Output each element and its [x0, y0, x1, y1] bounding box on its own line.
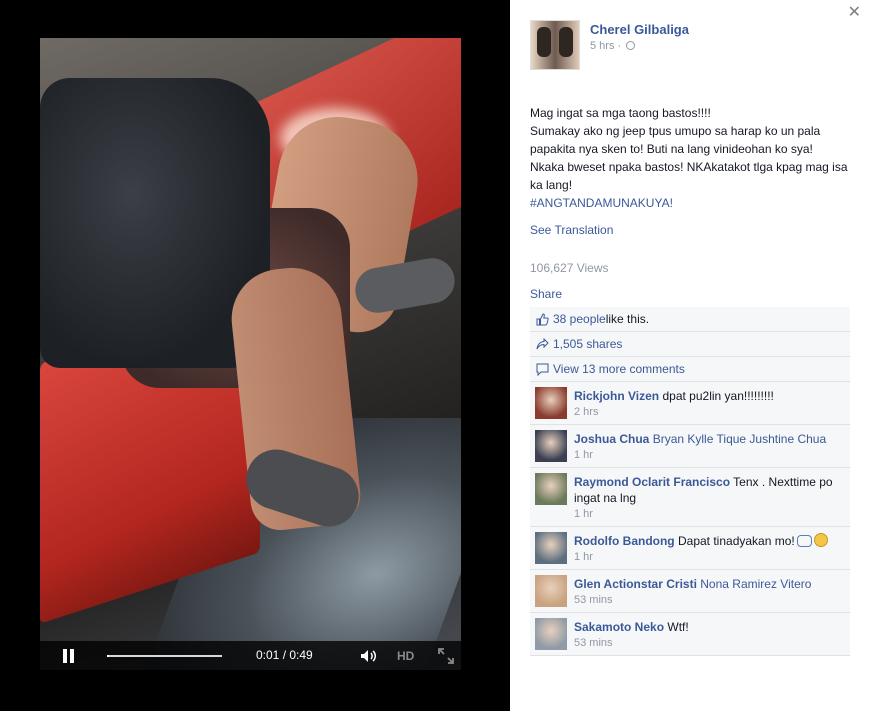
comment-text: dpat pu2lin yan!!!!!!!!! [662, 389, 774, 403]
comment-body: Sakamoto Neko Wtf! [574, 619, 844, 635]
tagged-users[interactable]: Nona Ramirez Vitero [700, 577, 811, 591]
comment-time[interactable]: 1 hr [574, 551, 844, 563]
tagged-users[interactable]: Bryan Kylle Tique Jushtine Chua [653, 432, 826, 446]
post-panel: ✕ Cherel Gilbaliga 5 hrs · Mag ingat sa … [510, 0, 869, 711]
commenter-avatar[interactable] [535, 618, 567, 650]
share-arrow-icon [535, 337, 549, 351]
shares-link[interactable]: 1,505 shares [553, 337, 622, 351]
comment-text: Dapat tinadyakan mo! [677, 534, 795, 548]
commenter-name[interactable]: Rodolfo Bandong [574, 534, 675, 548]
comment-body: Rickjohn Vizen dpat pu2lin yan!!!!!!!!! [574, 388, 844, 404]
comment-time[interactable]: 1 hr [574, 449, 844, 461]
video-player[interactable] [40, 38, 461, 670]
feedback-box: 38 people like this. 1,505 shares View 1… [530, 307, 850, 656]
thumbs-up-icon [535, 312, 549, 326]
hd-toggle[interactable]: HD [397, 649, 414, 663]
commenter-avatar[interactable] [535, 532, 567, 564]
likes-row: 38 people like this. [530, 307, 850, 332]
commenter-avatar[interactable] [535, 430, 567, 462]
duration: 0:49 [289, 648, 313, 662]
author-name[interactable]: Cherel Gilbaliga [590, 22, 689, 37]
view-count: 106,627 Views [530, 261, 609, 275]
comment-time[interactable]: 1 hr [574, 508, 844, 520]
comment-item: Joshua Chua Bryan Kylle Tique Jushtine C… [530, 425, 850, 468]
shares-row: 1,505 shares [530, 332, 850, 357]
more-comments-row: View 13 more comments [530, 357, 850, 382]
comment-item: Raymond Oclarit Francisco Tenx . Nexttim… [530, 468, 850, 527]
commenter-name[interactable]: Raymond Oclarit Francisco [574, 475, 730, 489]
video-progress-fill [107, 655, 110, 657]
author-avatar[interactable] [530, 20, 580, 70]
speech-bubble-emoji-icon [796, 535, 812, 547]
video-stage: 0:01 / 0:49 HD [0, 0, 510, 711]
commenter-name[interactable]: Joshua Chua [574, 432, 649, 446]
likes-suffix: like this. [605, 312, 650, 326]
comment-body: Raymond Oclarit Francisco Tenx . Nexttim… [574, 474, 844, 506]
post-timestamp: 5 hrs · [590, 40, 636, 52]
likes-link[interactable]: 38 people [553, 312, 606, 326]
close-icon[interactable]: ✕ [848, 2, 861, 22]
angry-face-emoji-icon [813, 533, 828, 547]
post-hashtag[interactable]: #ANGTANDAMUNAKUYA! [530, 194, 860, 212]
time-separator: / [279, 648, 290, 662]
see-translation-link[interactable]: See Translation [530, 223, 613, 237]
commenter-avatar[interactable] [535, 473, 567, 505]
fullscreen-icon[interactable] [438, 648, 454, 664]
pause-icon[interactable] [62, 649, 76, 663]
comment-list: Rickjohn Vizen dpat pu2lin yan!!!!!!!!! 2… [530, 382, 850, 656]
commenter-avatar[interactable] [535, 575, 567, 607]
comment-time[interactable]: 53 mins [574, 637, 844, 649]
comment-bubble-icon [535, 362, 549, 376]
comment-item: Glen Actionstar Cristi Nona Ramirez Vite… [530, 570, 850, 613]
post-text: Mag ingat sa mga taong bastos!!!! Sumaka… [530, 104, 860, 212]
video-time: 0:01 / 0:49 [256, 648, 313, 662]
comment-time[interactable]: 53 mins [574, 594, 844, 606]
video-controls: 0:01 / 0:49 HD [40, 641, 461, 670]
commenter-name[interactable]: Sakamoto Neko [574, 620, 664, 634]
commenter-name[interactable]: Rickjohn Vizen [574, 389, 659, 403]
comment-body: Joshua Chua Bryan Kylle Tique Jushtine C… [574, 431, 844, 447]
comment-text: Wtf! [667, 620, 689, 634]
volume-icon[interactable] [360, 649, 380, 663]
current-time: 0:01 [256, 648, 280, 662]
post-line: Nkaka bweset npaka bastos! NKAkatakot tl… [530, 160, 848, 192]
video-scrubber[interactable] [107, 655, 222, 657]
globe-icon[interactable] [626, 41, 636, 50]
comment-time[interactable]: 2 hrs [574, 406, 844, 418]
share-link[interactable]: Share [530, 287, 562, 301]
post-time[interactable]: 5 hrs · [590, 40, 621, 52]
post-line: Sumakay ako ng jeep tpus umupo sa harap … [530, 124, 821, 156]
comment-item: Rickjohn Vizen dpat pu2lin yan!!!!!!!!! 2… [530, 382, 850, 425]
comment-item: Rodolfo Bandong Dapat tinadyakan mo! 1 hr [530, 527, 850, 570]
view-more-comments-link[interactable]: View 13 more comments [553, 362, 685, 376]
post-line: Mag ingat sa mga taong bastos!!!! [530, 106, 711, 120]
comment-body: Glen Actionstar Cristi Nona Ramirez Vite… [574, 576, 844, 592]
commenter-name[interactable]: Glen Actionstar Cristi [574, 577, 697, 591]
commenter-avatar[interactable] [535, 387, 567, 419]
comment-item: Sakamoto Neko Wtf! 53 mins [530, 613, 850, 656]
comment-body: Rodolfo Bandong Dapat tinadyakan mo! [574, 533, 844, 549]
